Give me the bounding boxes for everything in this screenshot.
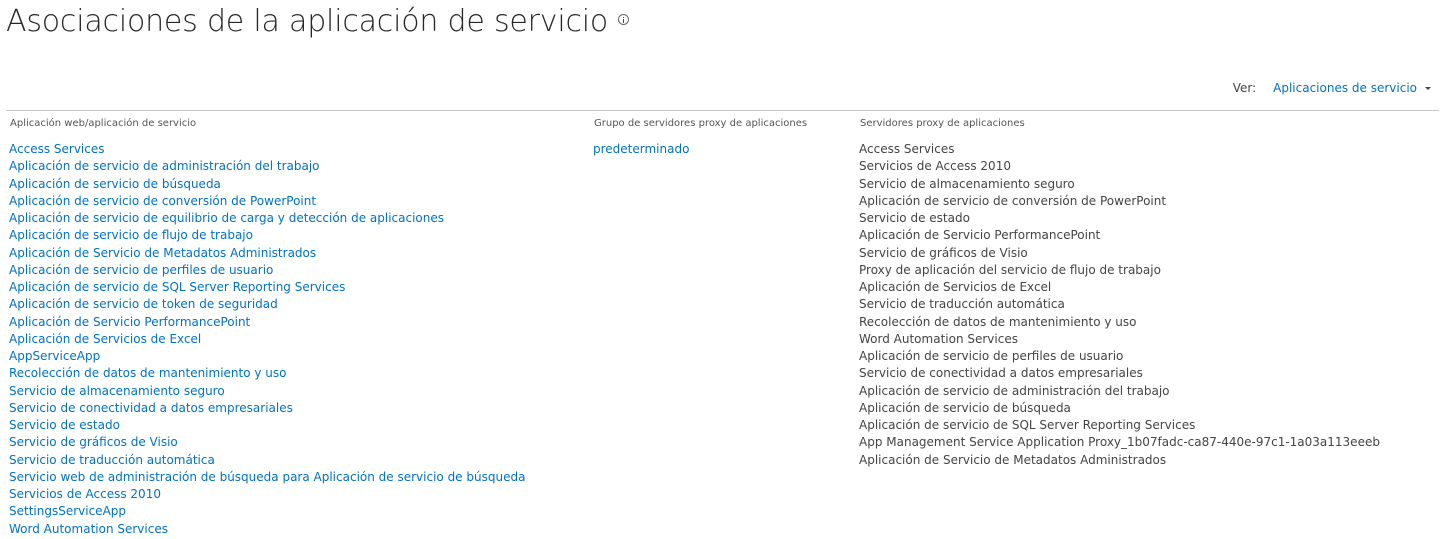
web-app-link[interactable]: Word Automation Services <box>9 521 525 538</box>
web-app-link[interactable]: Aplicación de Servicio PerformancePoint <box>9 314 525 331</box>
web-app-link[interactable]: Servicio de almacenamiento seguro <box>9 383 525 400</box>
proxy-item: Aplicación de Servicios de Excel <box>859 280 1052 294</box>
page-title: Asociaciones de la aplicación de servici… <box>6 0 630 44</box>
proxy-item: Aplicación de servicio de búsqueda <box>859 400 1071 415</box>
web-app-link[interactable]: Servicio web de administración de búsque… <box>9 469 525 486</box>
proxy-item: Aplicación de Servicio PerformancePoint <box>859 228 1101 243</box>
proxy-item: Aplicación de Servicio de Metadatos Admi… <box>859 452 1167 467</box>
web-app-link[interactable]: Aplicación de servicio de equilibrio de … <box>9 210 525 227</box>
proxy-item: Servicio de conectividad a datos empresa… <box>859 366 1143 381</box>
web-app-link[interactable]: Servicio de estado <box>9 417 525 434</box>
proxy-item: Servicio de estado <box>859 211 970 225</box>
web-app-link[interactable]: Recolección de datos de mantenimiento y … <box>9 365 525 382</box>
web-app-column: Aplicación web/aplicación de servicio Ac… <box>9 117 525 538</box>
column-header-proxies[interactable]: Servidores proxy de aplicaciones <box>860 117 1380 131</box>
proxy-item: Aplicación de servicio de perfiles de us… <box>859 349 1124 363</box>
proxy-item: Recolección de datos de mantenimiento y … <box>859 314 1137 329</box>
proxies-column: Servidores proxy de aplicaciones Access … <box>859 117 1380 469</box>
view-label: Ver: <box>1232 81 1257 95</box>
web-app-link[interactable]: Aplicación de Servicio de Metadatos Admi… <box>9 245 525 262</box>
web-app-link[interactable]: Aplicación de servicio de SQL Server Rep… <box>9 279 525 296</box>
web-app-link[interactable]: Servicios de Access 2010 <box>9 486 525 503</box>
proxy-item: Access Services <box>859 142 955 156</box>
web-app-link[interactable]: Aplicación de servicio de conversión de … <box>9 193 525 210</box>
proxy-item: Servicio de traducción automática <box>859 297 1065 312</box>
proxy-item: Servicio de almacenamiento seguro <box>859 176 1075 191</box>
view-dropdown[interactable]: Aplicaciones de servicio <box>1273 81 1431 95</box>
proxy-group-link[interactable]: predeterminado <box>593 141 807 158</box>
proxy-item: Servicios de Access 2010 <box>859 159 1011 174</box>
proxy-group-column: Grupo de servidores proxy de aplicacione… <box>593 117 807 158</box>
column-header-web-app[interactable]: Aplicación web/aplicación de servicio <box>10 117 525 131</box>
web-app-link[interactable]: Aplicación de servicio de token de segur… <box>9 296 525 313</box>
proxy-item: Aplicación de servicio de administración… <box>859 383 1170 398</box>
proxy-item: Aplicación de servicio de conversión de … <box>859 193 1167 208</box>
web-app-link[interactable]: Aplicación de servicio de búsqueda <box>9 176 525 193</box>
info-icon[interactable] <box>618 14 630 25</box>
web-app-link[interactable]: SettingsServiceApp <box>9 503 525 520</box>
web-app-link[interactable]: Servicio de traducción automática <box>9 452 525 469</box>
header-divider <box>6 110 1439 111</box>
web-app-list: Access Services Aplicación de servicio de… <box>9 141 525 538</box>
view-dropdown-value[interactable]: Aplicaciones de servicio <box>1273 81 1417 95</box>
proxy-item: App Management Service Application Proxy… <box>859 435 1380 450</box>
web-app-link[interactable]: Aplicación de servicio de perfiles de us… <box>9 262 525 279</box>
column-header-proxy-group[interactable]: Grupo de servidores proxy de aplicacione… <box>594 117 807 131</box>
proxy-list: Access Services Servicios de Access 2010 S… <box>859 141 1380 469</box>
web-app-link[interactable]: Aplicación de servicio de administración… <box>9 158 525 175</box>
page-title-text: Asociaciones de la aplicación de servici… <box>6 4 609 39</box>
web-app-link[interactable]: AppServiceApp <box>9 348 525 365</box>
proxy-item: Word Automation Services <box>859 331 1018 346</box>
view-selector: Ver: Aplicaciones de servicio <box>1233 80 1431 96</box>
proxy-item: Proxy de aplicación del servicio de fluj… <box>859 262 1161 277</box>
web-app-link[interactable]: Aplicación de Servicios de Excel <box>9 331 525 348</box>
proxy-item: Aplicación de servicio de SQL Server Rep… <box>859 418 1196 432</box>
proxy-group-list: predeterminado <box>593 141 807 158</box>
web-app-link[interactable]: Servicio de conectividad a datos empresa… <box>9 400 525 417</box>
web-app-link[interactable]: Aplicación de servicio de flujo de traba… <box>9 227 525 244</box>
proxy-item: Servicio de gráficos de Visio <box>859 245 1028 260</box>
web-app-link[interactable]: Access Services <box>9 141 525 158</box>
chevron-down-icon[interactable] <box>1425 87 1431 90</box>
web-app-link[interactable]: Servicio de gráficos de Visio <box>9 434 525 451</box>
